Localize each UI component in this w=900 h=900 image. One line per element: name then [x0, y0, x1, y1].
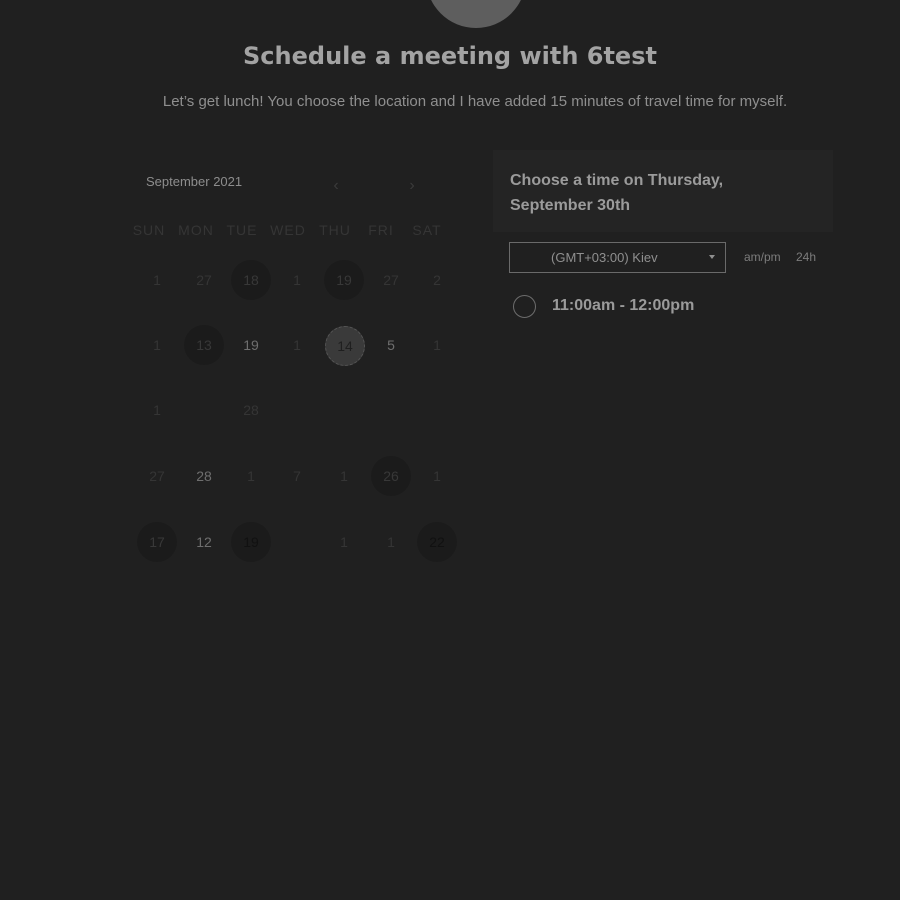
calendar-day — [324, 390, 364, 430]
calendar-month-label: September 2021 — [146, 174, 243, 189]
calendar-day: 1 — [293, 272, 301, 288]
calendar-day-available[interactable]: 26 — [371, 456, 411, 496]
calendar-day: 1 — [340, 534, 348, 550]
calendar-day-available[interactable]: 18 — [231, 260, 271, 300]
calendar-day — [417, 390, 457, 430]
calendar-day-available[interactable]: 22 — [417, 522, 457, 562]
weekday-sun: SUN — [132, 222, 166, 238]
radio-icon[interactable] — [513, 295, 536, 318]
calendar-day: 27 — [196, 272, 212, 288]
format-ampm-toggle[interactable]: am/pm — [744, 250, 781, 264]
calendar-day-available[interactable]: 13 — [184, 325, 224, 365]
weekday-tue: TUE — [226, 222, 258, 238]
calendar-day: 5 — [387, 337, 395, 353]
next-month-button[interactable]: › — [402, 176, 422, 196]
page-title: Schedule a meeting with 6test — [243, 42, 657, 70]
calendar-day-selected[interactable]: 14 — [325, 326, 365, 366]
caret-down-icon — [709, 255, 715, 259]
weekday-wed: WED — [270, 222, 306, 238]
host-avatar — [426, 0, 526, 28]
weekday-sat: SAT — [412, 222, 442, 238]
weekday-thu: THU — [319, 222, 351, 238]
calendar-day: 1 — [153, 337, 161, 353]
calendar-day: 1 — [293, 337, 301, 353]
calendar-day — [277, 522, 317, 562]
weekday-mon: MON — [178, 222, 214, 238]
calendar-day: 1 — [387, 534, 395, 550]
calendar-day: 28 — [243, 402, 259, 418]
time-slot[interactable]: 11:00am - 12:00pm — [513, 294, 843, 320]
calendar-day: 1 — [433, 337, 441, 353]
calendar-day-available[interactable]: 19 — [231, 522, 271, 562]
calendar-day: 2 — [433, 272, 441, 288]
calendar-day-available[interactable]: 17 — [137, 522, 177, 562]
timezone-value: (GMT+03:00) Kiev — [551, 250, 658, 265]
format-24h-toggle[interactable]: 24h — [796, 250, 816, 264]
calendar-day: 1 — [433, 468, 441, 484]
meeting-description: Let’s get lunch! You choose the location… — [162, 93, 788, 110]
calendar-day — [184, 390, 224, 430]
calendar-day: 1 — [340, 468, 348, 484]
calendar-day: 12 — [196, 534, 212, 550]
calendar-day: 27 — [383, 272, 399, 288]
calendar-day — [277, 390, 317, 430]
calendar-day: 1 — [247, 468, 255, 484]
time-panel-title: Choose a time on Thursday, September 30t… — [510, 172, 724, 214]
calendar-day: 1 — [153, 272, 161, 288]
prev-month-button[interactable]: ‹ — [326, 176, 346, 196]
calendar-day: 19 — [243, 337, 259, 353]
timezone-select[interactable]: (GMT+03:00) Kiev — [509, 242, 726, 273]
time-panel-header: Choose a time on Thursday, September 30t… — [493, 150, 833, 232]
chevron-right-icon: › — [409, 177, 415, 194]
time-slot-label: 11:00am - 12:00pm — [552, 297, 695, 314]
calendar-day — [371, 390, 411, 430]
calendar-day: 1 — [153, 402, 161, 418]
calendar-day: 27 — [149, 468, 165, 484]
calendar-day: 7 — [293, 468, 301, 484]
calendar-day-available[interactable]: 19 — [324, 260, 364, 300]
weekday-fri: FRI — [368, 222, 394, 238]
calendar-day: 28 — [196, 468, 212, 484]
chevron-left-icon: ‹ — [333, 177, 339, 194]
